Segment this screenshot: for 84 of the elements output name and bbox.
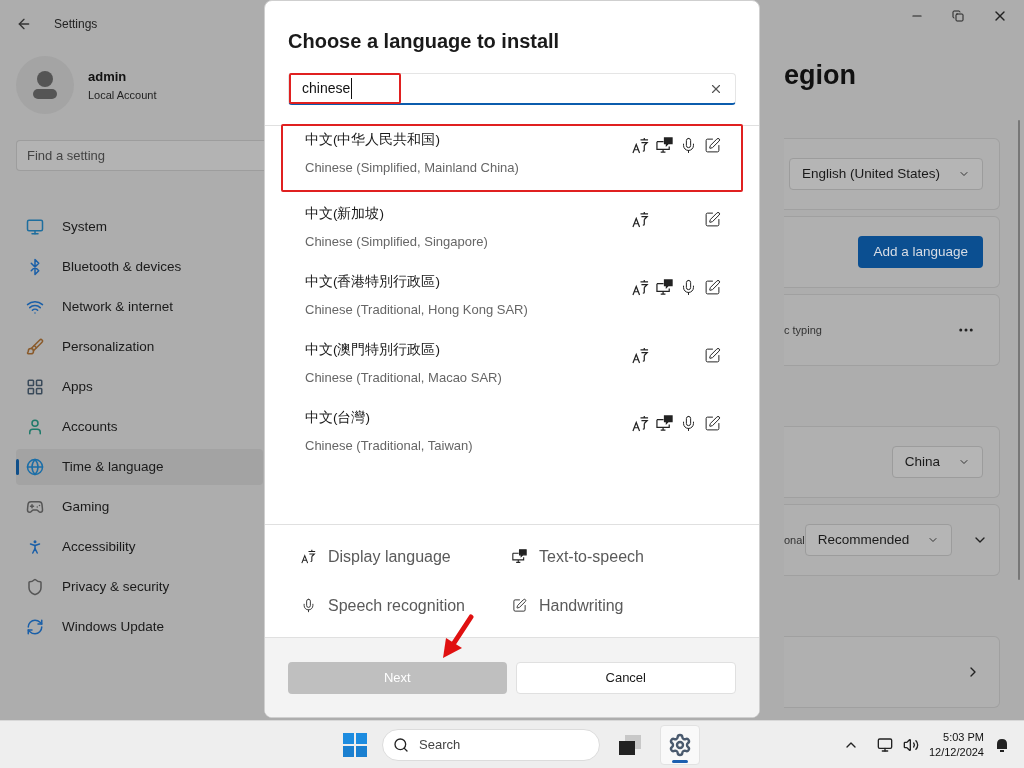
cancel-button[interactable]: Cancel — [515, 661, 736, 694]
language-row[interactable]: 中文(香港特別行政區) Chinese (Traditional, Hong Kong SAR) — [281, 266, 743, 334]
nav-item[interactable]: Accounts — [16, 409, 263, 445]
language-native-name: 中文(澳門特別行政區) — [305, 341, 441, 359]
monitor-icon — [26, 218, 44, 236]
clock-time[interactable]: 5:03 PM — [943, 729, 984, 745]
pen-square-icon — [512, 598, 527, 613]
language-row[interactable]: 中文(中华人民共和国) Chinese (Simplified, Mainland China) — [281, 124, 743, 192]
display-language-icon — [631, 210, 649, 228]
dialog-title: Choose a language to install — [287, 29, 561, 54]
legend-label: Speech recognition — [328, 595, 465, 616]
language-native-name: 中文(中华人民共和国) — [305, 131, 441, 149]
window-title: Settings — [54, 16, 98, 33]
language-english-name: Chinese (Traditional, Hong Kong SAR) — [305, 301, 529, 319]
card-text: onal — [784, 532, 805, 548]
settings-search-field[interactable]: Find a setting — [16, 140, 265, 171]
monitor-speech-icon — [655, 414, 673, 432]
add-language-button[interactable]: Add a language — [858, 236, 983, 268]
globe-clock-icon — [26, 458, 44, 476]
volume-icon[interactable] — [902, 736, 919, 753]
monitor-speech-icon — [512, 549, 527, 564]
brush-icon — [26, 338, 44, 356]
language-row[interactable]: 中文(台灣) Chinese (Traditional, Taiwan) — [281, 402, 743, 470]
dropdown[interactable]: China — [891, 446, 983, 478]
language-native-name: 中文(台灣) — [305, 409, 371, 427]
apps-grid-icon — [26, 378, 44, 396]
task-view-icon — [618, 733, 642, 756]
language-row[interactable]: 中文(澳門特別行政區) Chinese (Traditional, Macao SAR) — [281, 334, 743, 402]
notification-icon[interactable] — [994, 736, 1010, 753]
nav-item[interactable]: Personalization — [16, 329, 263, 365]
display-language-icon — [631, 278, 649, 296]
gear-icon — [668, 732, 692, 757]
start-icon[interactable] — [342, 731, 368, 758]
gamepad-icon — [26, 498, 44, 516]
language-english-name: Chinese (Simplified, Singapore) — [305, 233, 489, 251]
pen-square-icon — [703, 414, 721, 432]
dropdown[interactable]: Recommended — [804, 524, 953, 556]
nav-item[interactable]: Bluetooth & devices — [16, 249, 263, 285]
display-language-icon — [631, 414, 649, 432]
language-english-name: Chinese (Traditional, Taiwan) — [305, 437, 474, 455]
nav-item[interactable]: Gaming — [16, 489, 263, 525]
legend-label: Text-to-speech — [539, 546, 644, 567]
card-text: c typing — [784, 322, 822, 338]
taskbar-app[interactable] — [660, 724, 700, 765]
language-row[interactable]: 中文(新加坡) Chinese (Simplified, Singapore) — [281, 198, 743, 266]
language-english-name: Chinese (Simplified, Mainland China) — [305, 159, 520, 177]
pen-square-icon — [703, 210, 721, 228]
shield-icon — [26, 578, 44, 596]
language-native-name: 中文(香港特別行政區) — [305, 273, 441, 291]
language-search-field[interactable]: chinese — [288, 73, 736, 105]
pen-square-icon — [703, 278, 721, 296]
nav-item[interactable]: Time & language — [16, 449, 263, 485]
language-english-name: Chinese (Traditional, Macao SAR) — [305, 369, 503, 387]
arrow-annotation — [440, 614, 476, 660]
nav-item[interactable]: Network & internet — [16, 289, 263, 325]
restore-icon[interactable] — [952, 10, 964, 22]
search-icon — [393, 736, 409, 753]
taskbar-search-field[interactable]: Search — [382, 728, 600, 761]
person-icon — [26, 418, 44, 436]
nav-item[interactable]: Accessibility — [16, 529, 263, 565]
display-language-icon — [631, 136, 649, 154]
dropdown[interactable]: English (United States) — [788, 158, 983, 190]
page-heading: egion — [784, 59, 857, 92]
nav-item[interactable]: Windows Update — [16, 609, 263, 645]
nav-item[interactable]: Apps — [16, 369, 263, 405]
user-name: admin — [88, 68, 128, 86]
pen-square-icon — [703, 136, 721, 154]
legend-label: Handwriting — [539, 595, 624, 616]
microphone-icon — [301, 598, 316, 613]
wifi-icon — [26, 298, 44, 316]
monitor-speech-icon — [655, 278, 673, 296]
clock-date[interactable]: 12/12/2024 — [928, 744, 984, 760]
network-icon[interactable] — [876, 736, 893, 753]
monitor-speech-icon — [655, 136, 673, 154]
legend-label: Display language — [328, 546, 451, 567]
display-language-icon — [631, 346, 649, 364]
update-icon — [26, 618, 44, 636]
display-language-icon — [301, 549, 316, 564]
account-type: Local Account — [88, 87, 157, 103]
nav-item[interactable]: System — [16, 209, 263, 245]
nav-item[interactable]: Privacy & security — [16, 569, 263, 605]
language-native-name: 中文(新加坡) — [305, 205, 385, 223]
scrollbar[interactable] — [1018, 120, 1020, 580]
pen-square-icon — [703, 346, 721, 364]
